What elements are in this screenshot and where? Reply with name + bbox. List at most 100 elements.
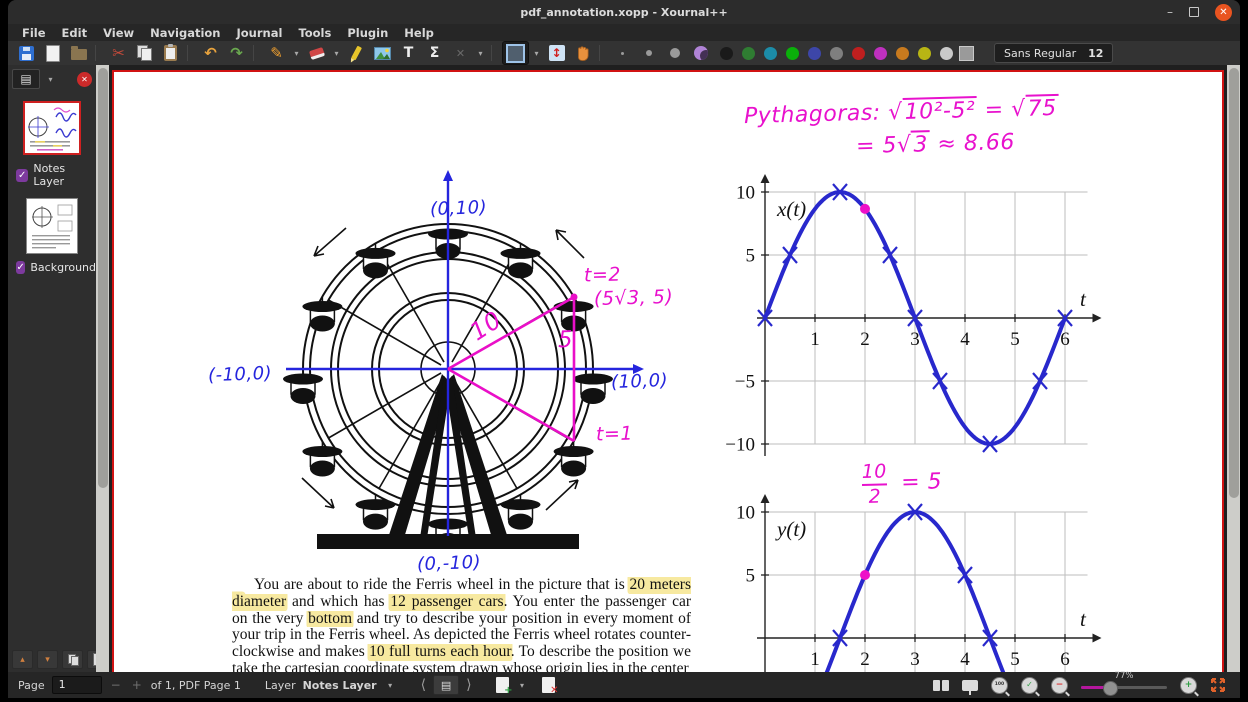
new-file-button[interactable] xyxy=(40,42,65,64)
color-swatch-8[interactable] xyxy=(896,47,909,60)
left-scrollbar[interactable] xyxy=(96,65,109,672)
title-bar[interactable]: pdf_annotation.xopp - Xournal++ – ✕ xyxy=(8,0,1240,24)
font-size-label: 12 xyxy=(1088,47,1103,60)
folder-icon xyxy=(71,49,87,60)
page-number-input[interactable]: 1 xyxy=(52,676,102,694)
image-tool-button[interactable] xyxy=(370,42,395,64)
add-page-chevron[interactable]: ▾ xyxy=(516,674,529,696)
new-file-icon xyxy=(46,45,60,62)
page-minus-button[interactable]: − xyxy=(109,678,123,692)
next-layer-button[interactable]: ⟩ xyxy=(466,677,471,693)
page-down-button[interactable]: ▾ xyxy=(37,650,58,669)
menu-plugin[interactable]: Plugin xyxy=(339,24,396,41)
color-swatch-3[interactable] xyxy=(786,47,799,60)
pen-options-chevron[interactable]: ▾ xyxy=(290,42,303,64)
page-thumbnail-notes-layer[interactable] xyxy=(23,101,81,155)
color-swatch-2[interactable] xyxy=(764,47,777,60)
close-button[interactable]: ✕ xyxy=(1215,4,1232,21)
svg-text:y(t): y(t) xyxy=(775,517,806,541)
menu-view[interactable]: View xyxy=(95,24,142,41)
fill-toggle-button[interactable] xyxy=(688,42,713,64)
shape-options-chevron[interactable]: ▾ xyxy=(474,42,487,64)
line-width-fine-button[interactable] xyxy=(610,42,635,64)
pen-tool-button[interactable]: ✎ xyxy=(264,42,289,64)
color-swatch-7[interactable] xyxy=(874,47,887,60)
color-swatch-10[interactable] xyxy=(940,47,953,60)
notes-layer-checkbox[interactable]: ✓ xyxy=(16,169,28,182)
layer-stack-button[interactable]: ▤ xyxy=(433,675,459,695)
sidebar-mode-chevron[interactable]: ▾ xyxy=(44,68,57,90)
shape-recognizer-button[interactable]: ✕ xyxy=(448,42,473,64)
left-scrollbar-thumb[interactable] xyxy=(98,68,108,488)
eraser-options-chevron[interactable]: ▾ xyxy=(330,42,343,64)
image-icon xyxy=(374,47,391,60)
menu-file[interactable]: File xyxy=(14,24,54,41)
save-button[interactable] xyxy=(14,42,39,64)
background-checkbox[interactable]: ✓ xyxy=(16,261,25,274)
prev-layer-button[interactable]: ⟨ xyxy=(421,677,426,693)
page-label: Page xyxy=(18,679,45,692)
color-swatch-5[interactable] xyxy=(830,47,843,60)
redo-button[interactable]: ↷ xyxy=(224,42,249,64)
passenger-car xyxy=(302,442,342,477)
wheel-label-top: (0,10) xyxy=(430,197,488,220)
menu-journal[interactable]: Journal xyxy=(229,24,291,41)
font-button[interactable]: Sans Regular 12 xyxy=(994,43,1113,63)
add-page-button[interactable]: + xyxy=(496,677,509,693)
presentation-mode-button[interactable] xyxy=(962,680,978,691)
dual-page-view-button[interactable] xyxy=(933,680,949,691)
paste-button[interactable] xyxy=(158,42,183,64)
right-scrollbar[interactable] xyxy=(1227,65,1240,672)
menu-tools[interactable]: Tools xyxy=(290,24,339,41)
color-picker-button[interactable] xyxy=(954,42,979,64)
highlighter-tool-button[interactable] xyxy=(344,42,369,64)
undo-button[interactable]: ↶ xyxy=(198,42,223,64)
color-swatch-1[interactable] xyxy=(742,47,755,60)
t1-label: t=1 xyxy=(596,423,634,446)
svg-text:3: 3 xyxy=(910,649,920,670)
math-tex-button[interactable]: Σ xyxy=(422,42,447,64)
copy-page-button[interactable] xyxy=(62,650,83,669)
layer-row-background: ✓ Background xyxy=(16,261,96,274)
pdf-page[interactable]: Pythagoras: √10²-5² = √75 = 5√3 ≈ 8.66 xyxy=(112,70,1224,672)
page-thumbnail-background[interactable] xyxy=(26,198,78,254)
menu-edit[interactable]: Edit xyxy=(54,24,96,41)
color-swatch-4[interactable] xyxy=(808,47,821,60)
fullscreen-icon[interactable] xyxy=(1210,677,1226,693)
layer-selector[interactable]: Notes Layer xyxy=(303,679,377,692)
menu-navigation[interactable]: Navigation xyxy=(142,24,228,41)
maximize-button[interactable] xyxy=(1189,7,1199,17)
canvas-area[interactable]: Pythagoras: √10²-5² = √75 = 5√3 ≈ 8.66 xyxy=(96,65,1240,672)
vertical-space-button[interactable]: ↕ xyxy=(544,42,569,64)
page-up-button[interactable]: ▴ xyxy=(12,650,33,669)
svg-text:5: 5 xyxy=(1010,329,1020,350)
color-swatch-9[interactable] xyxy=(918,47,931,60)
menu-help[interactable]: Help xyxy=(396,24,442,41)
sidebar-preview-mode-button[interactable]: ▤ xyxy=(12,69,40,89)
rect-select-button[interactable] xyxy=(502,41,529,65)
cut-button[interactable]: ✂ xyxy=(106,42,131,64)
delete-page-button-status[interactable]: ✕ xyxy=(542,677,555,693)
zoom-100-button[interactable]: 100 xyxy=(991,677,1008,694)
zoom-fit-button[interactable]: ✓ xyxy=(1021,677,1038,694)
layer-chevron[interactable]: ▾ xyxy=(384,674,397,696)
text-tool-button[interactable]: T xyxy=(396,42,421,64)
color-swatch-0[interactable] xyxy=(720,47,733,60)
minimize-button[interactable]: – xyxy=(1167,6,1173,18)
hand-tool-button[interactable] xyxy=(570,42,595,64)
zoom-slider[interactable]: 77% xyxy=(1081,673,1167,697)
color-swatch-6[interactable] xyxy=(852,47,865,60)
sidebar-close-icon[interactable]: ✕ xyxy=(77,72,92,87)
line-width-thick-button[interactable] xyxy=(662,42,687,64)
copy-button[interactable] xyxy=(132,42,157,64)
page-plus-button[interactable]: + xyxy=(130,678,144,692)
right-scrollbar-thumb[interactable] xyxy=(1229,68,1239,498)
zoom-in-button[interactable]: + xyxy=(1180,677,1197,694)
eraser-tool-button[interactable] xyxy=(304,42,329,64)
open-button[interactable] xyxy=(66,42,91,64)
zoom-slider-thumb[interactable] xyxy=(1103,681,1118,696)
zoom-out-button[interactable]: − xyxy=(1051,677,1068,694)
svg-text:1: 1 xyxy=(810,649,820,670)
select-options-chevron[interactable]: ▾ xyxy=(530,42,543,64)
line-width-medium-button[interactable] xyxy=(636,42,661,64)
